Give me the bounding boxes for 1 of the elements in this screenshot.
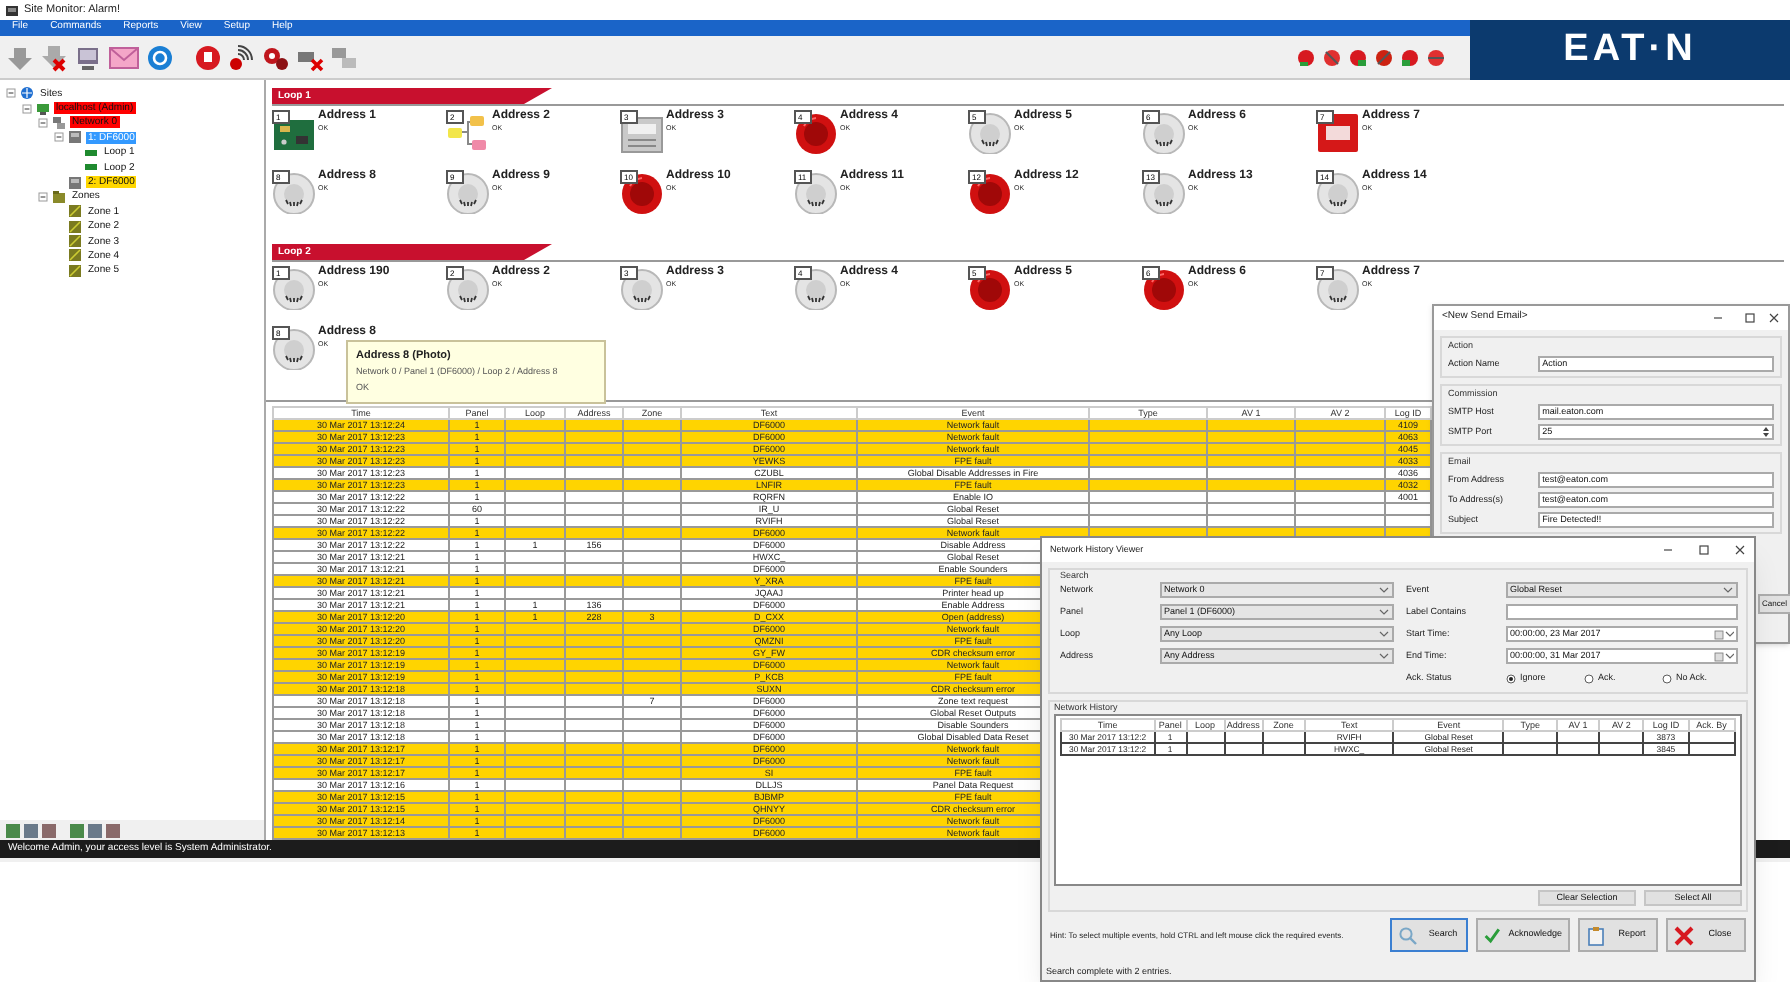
- brand-logo: EAT·N: [1563, 25, 1697, 74]
